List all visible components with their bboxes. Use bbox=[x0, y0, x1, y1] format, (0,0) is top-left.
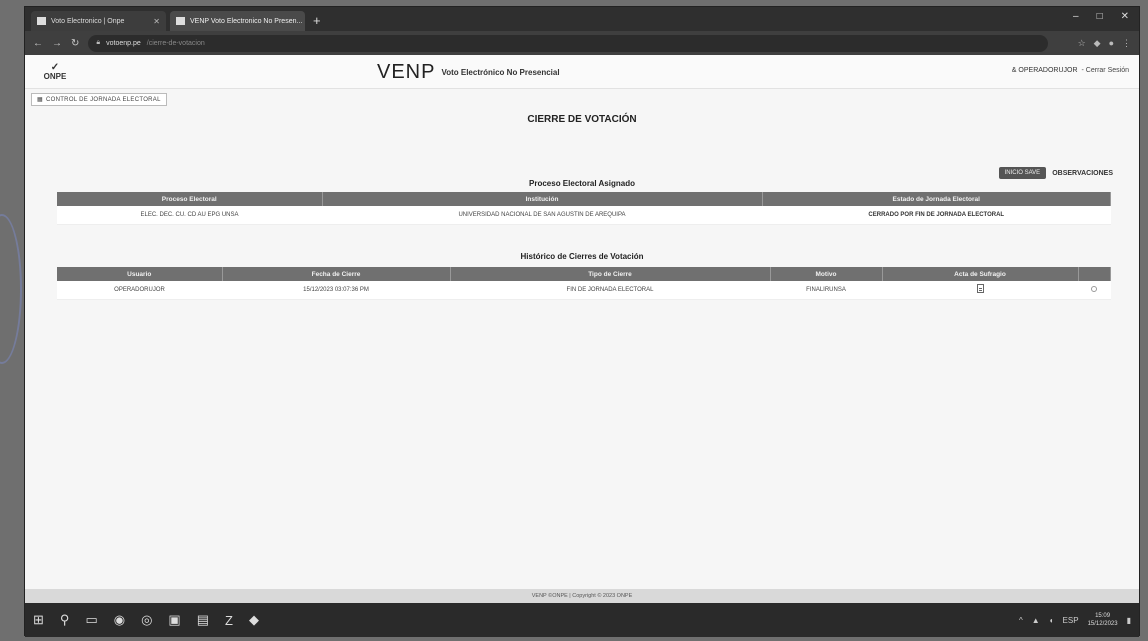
task-view-icon[interactable]: ▭ bbox=[85, 612, 97, 628]
new-tab-button[interactable]: + bbox=[313, 11, 321, 31]
browser-tab-strip: Voto Electronico | Onpe ✕ VENP Voto Elec… bbox=[25, 7, 1139, 31]
column-header: Estado de Jornada Electoral bbox=[762, 192, 1111, 206]
browser-icon[interactable]: ◉ bbox=[114, 612, 125, 628]
table-cell: UNIVERSIDAD NACIONAL DE SAN AGUSTIN DE A… bbox=[322, 206, 762, 225]
tab-title: Voto Electronico | Onpe bbox=[51, 17, 125, 25]
chevron-up-icon[interactable]: ^ bbox=[1019, 616, 1023, 625]
language-indicator[interactable]: ESP bbox=[1063, 616, 1079, 625]
tab-title: VENP Voto Electronico No Presen... bbox=[190, 17, 303, 25]
history-section-title: Histórico de Cierres de Votación bbox=[520, 252, 644, 261]
table-cell: FINALIRUNSA bbox=[770, 281, 882, 300]
page-title: CIERRE DE VOTACIÓN bbox=[527, 114, 637, 125]
screen: Voto Electronico | Onpe ✕ VENP Voto Elec… bbox=[24, 6, 1140, 637]
zoom-app-icon[interactable]: Z bbox=[225, 613, 233, 628]
network-icon[interactable]: ▲ bbox=[1032, 616, 1040, 625]
column-header: Fecha de Cierre bbox=[222, 267, 451, 281]
column-header: Motivo bbox=[770, 267, 883, 281]
logo-text: ONPE bbox=[43, 71, 67, 81]
row-select-icon[interactable] bbox=[1091, 285, 1098, 292]
forward-icon[interactable]: → bbox=[52, 38, 62, 49]
seal-stamp bbox=[0, 214, 22, 364]
url-input[interactable]: 🔒︎ votoenp.pe /cierre-de-votacion bbox=[88, 34, 1049, 52]
browser-tab-2[interactable]: VENP Voto Electronico No Presen... ✕ bbox=[170, 11, 305, 31]
control-jornada-button[interactable]: ▦ CONTROL DE JORNADA ELECTORAL bbox=[31, 93, 167, 106]
page-footer: VENP ©ONPE | Copyright © 2023 ONPE bbox=[25, 589, 1139, 603]
logout-link[interactable]: - Cerrar Sesión bbox=[1082, 67, 1129, 74]
store-icon[interactable]: ▤ bbox=[197, 612, 209, 628]
acta-document-icon[interactable] bbox=[976, 284, 984, 294]
favicon-icon bbox=[37, 17, 46, 25]
clock-time: 15:09 bbox=[1095, 613, 1111, 619]
control-button-label: CONTROL DE JORNADA ELECTORAL bbox=[45, 96, 161, 103]
table-cell: OPERADORUJOR bbox=[57, 281, 222, 300]
grid-icon: ▦ bbox=[37, 97, 43, 103]
table-cell: ELEC. DEC. CU. CD AU EPG UNSA bbox=[57, 206, 322, 225]
view-toggle-group: INICIO SAVE OBSERVACIONES bbox=[998, 167, 1113, 179]
table-cell bbox=[882, 281, 1078, 300]
maximize-button[interactable]: □ bbox=[1097, 11, 1103, 22]
user-area: & OPERADORUJOR - Cerrar Sesión bbox=[1012, 67, 1129, 74]
onpe-logo[interactable]: ✓ ONPE bbox=[35, 61, 75, 81]
table-cell: 15/12/2023 03:07:36 PM bbox=[222, 281, 450, 300]
user-name: & OPERADORUJOR bbox=[1011, 67, 1078, 74]
observations-button[interactable]: OBSERVACIONES bbox=[1052, 170, 1113, 177]
url-path: /cierre-de-votacion bbox=[146, 39, 205, 47]
history-table: Usuario Fecha de Cierre Tipo de Cierre M… bbox=[57, 267, 1111, 300]
clock[interactable]: 15:09 15/12/2023 bbox=[1088, 612, 1118, 628]
address-bar: ← → ↻ 🔒︎ votoenp.pe /cierre-de-votacion … bbox=[25, 31, 1139, 55]
column-header: Tipo de Cierre bbox=[450, 267, 771, 281]
lock-icon: 🔒︎ bbox=[96, 39, 101, 46]
url-host: votoenp.pe bbox=[106, 39, 141, 47]
venp-brand: VENP Voto Electrónico No Presencial bbox=[377, 61, 560, 84]
table-cell bbox=[1078, 281, 1111, 300]
close-window-button[interactable]: ✕ bbox=[1121, 11, 1129, 22]
back-icon[interactable]: ← bbox=[33, 38, 43, 49]
reload-icon[interactable]: ↻ bbox=[71, 38, 79, 49]
extension-icon[interactable]: ◆ bbox=[1094, 38, 1101, 49]
column-header: Proceso Electoral bbox=[57, 192, 323, 206]
app-icon[interactable]: ▣ bbox=[168, 612, 180, 628]
close-tab-icon[interactable]: ✕ bbox=[153, 17, 160, 26]
primary-toggle-button[interactable]: INICIO SAVE bbox=[998, 167, 1047, 179]
menu-icon[interactable]: ⋮ bbox=[1122, 38, 1131, 49]
notifications-icon[interactable]: ▮ bbox=[1127, 616, 1131, 625]
search-icon[interactable]: ⚲ bbox=[60, 612, 70, 628]
minimize-button[interactable]: – bbox=[1073, 11, 1079, 22]
system-tray: ^ ▲ ◖ ESP 15:09 15/12/2023 ▮ bbox=[1019, 612, 1131, 628]
logo-check-icon: ✓ bbox=[50, 61, 60, 73]
profile-icon[interactable]: ● bbox=[1109, 38, 1114, 49]
brand-name: VENP bbox=[377, 61, 436, 83]
column-header: Acta de Sufragio bbox=[882, 267, 1079, 281]
bookmark-icon[interactable]: ☆ bbox=[1078, 38, 1086, 49]
pinned-app-icon[interactable]: ◆ bbox=[249, 612, 259, 628]
extensions-area: ☆ ◆ ● ⋮ bbox=[1078, 38, 1131, 49]
process-section-title: Proceso Electoral Asignado bbox=[529, 179, 635, 188]
table-header-row: Usuario Fecha de Cierre Tipo de Cierre M… bbox=[57, 267, 1111, 281]
table-row: ELEC. DEC. CU. CD AU EPG UNSA UNIVERSIDA… bbox=[57, 206, 1111, 225]
browser-tab-1[interactable]: Voto Electronico | Onpe ✕ bbox=[31, 11, 166, 31]
volume-icon[interactable]: ◖ bbox=[1049, 616, 1054, 625]
start-icon[interactable]: ⊞ bbox=[33, 612, 44, 628]
table-header-row: Proceso Electoral Institución Estado de … bbox=[57, 192, 1111, 206]
web-page: ✓ ONPE VENP Voto Electrónico No Presenci… bbox=[25, 55, 1139, 603]
column-header bbox=[1078, 267, 1111, 281]
brand-subtitle: Voto Electrónico No Presencial bbox=[441, 68, 560, 77]
app-header: ✓ ONPE VENP Voto Electrónico No Presenci… bbox=[25, 55, 1139, 89]
table-cell: CERRADO POR FIN DE JORNADA ELECTORAL bbox=[762, 206, 1111, 225]
table-row: OPERADORUJOR 15/12/2023 03:07:36 PM FIN … bbox=[57, 281, 1111, 300]
process-table: Proceso Electoral Institución Estado de … bbox=[57, 192, 1111, 225]
windows-taskbar: ⊞ ⚲ ▭ ◉ ◎ ▣ ▤ Z ◆ ^ ▲ ◖ ESP 15:09 15/12/… bbox=[25, 603, 1139, 637]
column-header: Usuario bbox=[57, 267, 223, 281]
window-controls: – □ ✕ bbox=[1073, 11, 1129, 22]
column-header: Institución bbox=[322, 192, 763, 206]
favicon-icon bbox=[176, 17, 185, 25]
table-cell: FIN DE JORNADA ELECTORAL bbox=[450, 281, 770, 300]
chrome-icon[interactable]: ◎ bbox=[141, 612, 152, 628]
clock-date: 15/12/2023 bbox=[1087, 621, 1118, 627]
